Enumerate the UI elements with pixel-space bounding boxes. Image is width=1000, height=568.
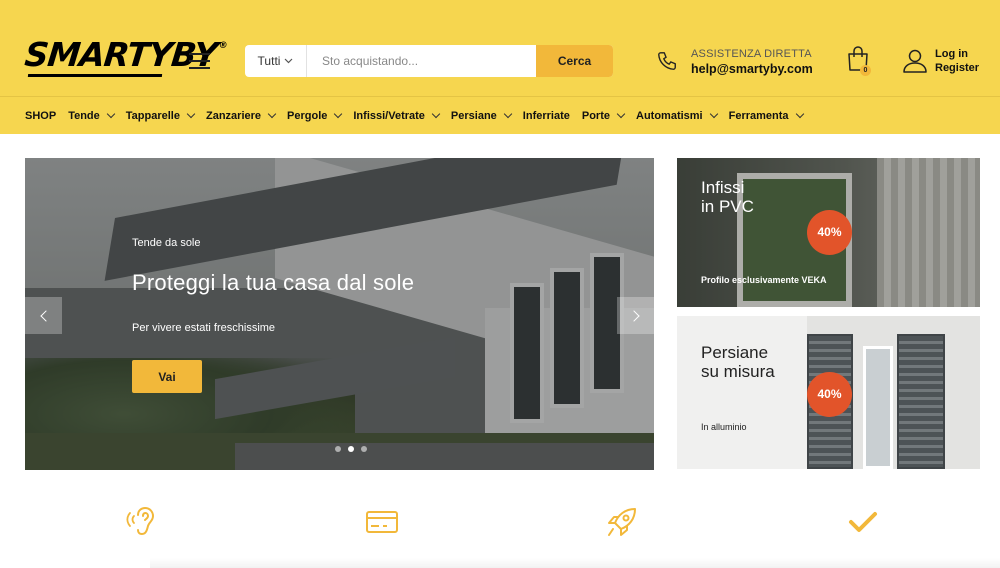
- assistance-email[interactable]: help@smartyby.com: [691, 62, 813, 76]
- features-row: [0, 502, 1000, 552]
- nav-item-pergole[interactable]: Pergole: [287, 109, 343, 122]
- registered-mark: ®: [218, 41, 228, 51]
- discount-badge: 40%: [807, 372, 852, 417]
- search-bar: Tutti Cerca: [245, 45, 613, 77]
- nav-item-label: SHOP: [25, 109, 57, 122]
- user-icon: [903, 49, 927, 73]
- nav-item-label: Persiane: [450, 109, 497, 122]
- promo-caption: In alluminio: [701, 422, 747, 432]
- search-category-value: Tutti: [257, 54, 281, 68]
- cart-button[interactable]: 0: [846, 46, 872, 76]
- slider-dot[interactable]: [361, 446, 367, 452]
- chevron-down-icon: [709, 109, 718, 119]
- nav-item-label: Tapparelle: [125, 109, 180, 122]
- chevron-down-icon: [285, 58, 293, 64]
- nav-item-tende[interactable]: Tende: [68, 109, 116, 122]
- hero-image-overlay: [25, 158, 654, 470]
- hero-eyebrow: Tende da sole: [132, 237, 201, 249]
- login-label[interactable]: Log in: [935, 48, 968, 60]
- nav-item-shop[interactable]: SHOP: [25, 110, 56, 122]
- nav-item-label: Ferramenta: [728, 109, 789, 122]
- header: SMARTYBY® Tutti Cerca ASSISTENZA DIRETTA…: [0, 0, 1000, 96]
- assistance-contact[interactable]: ASSISTENZA DIRETTA help@smartyby.com: [656, 46, 836, 78]
- slider-next-button[interactable]: [617, 297, 654, 334]
- nav-item-ferramenta[interactable]: Ferramenta: [728, 109, 804, 122]
- phone-icon: [658, 52, 676, 70]
- hero-title: Proteggi la tua casa dal sole: [132, 270, 415, 295]
- slider-dot-active[interactable]: [348, 446, 354, 452]
- promo-image-window: [863, 346, 893, 469]
- promo-image-shutter-right: [897, 334, 945, 469]
- checkmark-icon: [843, 502, 883, 542]
- slider-dots: [335, 446, 367, 452]
- search-input[interactable]: [307, 45, 536, 77]
- promo-heading: Infissi in PVC: [701, 178, 754, 216]
- chevron-left-icon: [39, 309, 52, 322]
- nav-item-label: Zanzariere: [205, 109, 262, 122]
- chevron-down-icon: [334, 109, 343, 119]
- hero-cta-button[interactable]: Vai: [132, 360, 202, 393]
- chevron-down-icon: [795, 109, 804, 119]
- assistance-label: ASSISTENZA DIRETTA: [691, 48, 812, 60]
- chevron-right-icon: [627, 309, 640, 322]
- slider-dot[interactable]: [335, 446, 341, 452]
- credit-card-icon: [362, 502, 402, 542]
- rocket-icon: [602, 502, 642, 542]
- chevron-down-icon: [503, 109, 513, 119]
- nav-item-label: Porte: [581, 109, 610, 122]
- register-label[interactable]: Register: [935, 62, 979, 74]
- nav-item-porte[interactable]: Porte: [581, 109, 626, 122]
- chevron-down-icon: [431, 109, 441, 119]
- discount-badge: 40%: [807, 210, 852, 255]
- ear-listening-icon: [122, 502, 162, 542]
- chevron-down-icon: [186, 109, 196, 119]
- nav-item-persiane[interactable]: Persiane: [450, 109, 513, 122]
- nav-item-label: Inferriate: [522, 109, 570, 122]
- promo-heading-line1: Persiane: [701, 343, 769, 362]
- promo-heading-line2: su misura: [701, 362, 775, 381]
- promo-heading: Persiane su misura: [701, 343, 775, 381]
- nav-item-label: Infissi/Vetrate: [353, 109, 425, 122]
- promo-banner-persiane[interactable]: Persiane su misura 40% In alluminio: [677, 316, 980, 469]
- logo-underline: [27, 74, 163, 77]
- page-shadow: [150, 558, 1000, 568]
- hero-slider[interactable]: Tende da sole Proteggi la tua casa dal s…: [25, 158, 654, 470]
- promo-caption: Profilo esclusivamente VEKA: [701, 275, 827, 285]
- nav-item-tapparelle[interactable]: Tapparelle: [125, 109, 196, 122]
- account-link[interactable]: Log in Register: [900, 46, 990, 78]
- hero-subtitle: Per vivere estati freschissime: [132, 322, 276, 334]
- chevron-down-icon: [267, 109, 277, 119]
- nav-item-label: Pergole: [287, 109, 328, 122]
- slider-prev-button[interactable]: [25, 297, 62, 334]
- nav-item-label: Automatismi: [636, 109, 703, 122]
- chevron-down-icon: [106, 109, 116, 119]
- promo-banner-infissi[interactable]: Infissi in PVC 40% Profilo esclusivament…: [677, 158, 980, 307]
- nav-item-automatismi[interactable]: Automatismi: [636, 109, 718, 122]
- promo-heading-line1: Infissi: [701, 178, 745, 197]
- nav-item-label: Tende: [68, 109, 100, 122]
- category-nav: SHOP Tende Tapparelle Zanzariere Pergole…: [0, 96, 1000, 134]
- account-label: Log in Register: [935, 48, 995, 75]
- nav-item-infissi-vetrate[interactable]: Infissi/Vetrate: [353, 109, 441, 122]
- promo-heading-line2: in PVC: [701, 197, 754, 216]
- chevron-down-icon: [616, 109, 626, 119]
- nav-item-zanzariere[interactable]: Zanzariere: [205, 109, 277, 122]
- hamburger-icon[interactable]: [189, 53, 210, 69]
- cart-count-badge: 0: [860, 65, 871, 76]
- search-category-select[interactable]: Tutti: [245, 45, 307, 77]
- nav-item-inferriate[interactable]: Inferriate: [523, 110, 570, 122]
- search-button[interactable]: Cerca: [536, 45, 613, 77]
